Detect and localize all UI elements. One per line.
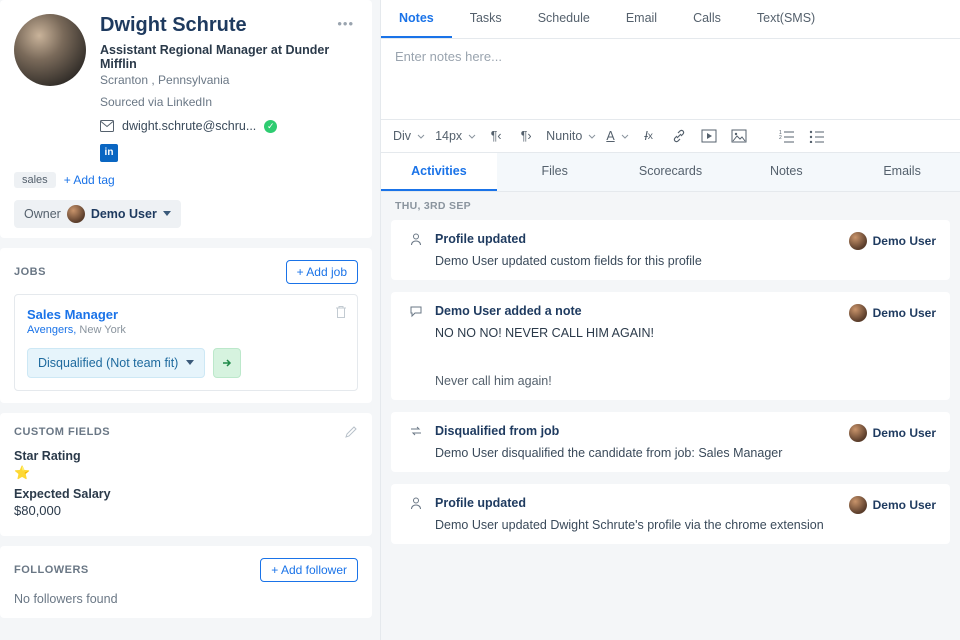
image-icon[interactable] <box>729 126 749 146</box>
tab-tasks[interactable]: Tasks <box>452 0 520 38</box>
activity-note-added: Demo User added a note Demo User NO NO N… <box>391 292 950 400</box>
job-status-dropdown[interactable]: Disqualified (Not team fit) <box>27 348 205 378</box>
profile-card: Dwight Schrute Assistant Regional Manage… <box>0 0 372 238</box>
chevron-down-icon <box>186 360 194 365</box>
linkedin-icon[interactable]: in <box>100 144 118 162</box>
cf-star-label: Star Rating <box>14 449 358 463</box>
owner-avatar <box>67 205 85 223</box>
activity-user[interactable]: Demo User <box>849 232 936 250</box>
add-follower-button[interactable]: + Add follower <box>260 558 358 582</box>
activity-user[interactable]: Demo User <box>849 304 936 322</box>
activity-title: Profile updated <box>435 496 526 510</box>
activity-body: Demo User updated custom fields for this… <box>435 254 934 268</box>
activity-profile-updated: Profile updated Demo User Demo User upda… <box>391 220 950 280</box>
tab-email[interactable]: Email <box>608 0 675 38</box>
activity-profile-updated: Profile updated Demo User Demo User upda… <box>391 484 950 544</box>
owner-name: Demo User <box>91 207 157 221</box>
activity-body: Demo User updated Dwight Schrute's profi… <box>435 518 934 532</box>
tab-textsms[interactable]: Text(SMS) <box>739 0 833 38</box>
video-icon[interactable] <box>699 126 719 146</box>
email-value[interactable]: dwight.schrute@schru... <box>122 119 256 133</box>
user-avatar <box>849 304 867 322</box>
email-row: dwight.schrute@schru... ✓ <box>100 119 358 133</box>
job-status-label: Disqualified (Not team fit) <box>38 356 178 370</box>
chevron-down-icon <box>163 211 171 216</box>
user-avatar <box>849 232 867 250</box>
activity-body: NO NO NO! NEVER CALL HIM AGAIN! Never ca… <box>435 326 934 388</box>
profile-icon <box>407 496 425 510</box>
notes-editor[interactable]: Enter notes here... <box>381 39 960 119</box>
custom-fields-title: CUSTOM FIELDS <box>14 426 110 438</box>
ordered-list-icon[interactable]: 12 <box>777 126 797 146</box>
paragraph-rtl-icon[interactable]: ¶› <box>516 126 536 146</box>
job-card: Sales Manager Avengers, New York Disqual… <box>14 294 358 391</box>
edit-icon[interactable] <box>344 425 358 439</box>
paragraph-ltr-icon[interactable]: ¶‹ <box>486 126 506 146</box>
feed-date-separator: THU, 3RD SEP <box>381 192 960 220</box>
link-icon[interactable] <box>669 126 689 146</box>
editor-toolbar: Div 14px ¶‹ ¶› Nunito A Ix <box>381 119 960 153</box>
add-tag-button[interactable]: + Add tag <box>64 173 115 187</box>
tab-scorecards[interactable]: Scorecards <box>613 153 729 191</box>
tag-chip[interactable]: sales <box>14 172 56 188</box>
activity-user[interactable]: Demo User <box>849 496 936 514</box>
tab-files[interactable]: Files <box>497 153 613 191</box>
transfer-icon <box>407 424 425 438</box>
verified-icon: ✓ <box>264 120 277 133</box>
tab-notes-sec[interactable]: Notes <box>728 153 844 191</box>
activity-body: Demo User disqualified the candidate fro… <box>435 446 934 460</box>
profile-title: Assistant Regional Manager at Dunder Mif… <box>100 43 358 71</box>
svg-text:2: 2 <box>779 135 782 141</box>
unordered-list-icon[interactable] <box>807 126 827 146</box>
advance-stage-button[interactable] <box>213 348 241 378</box>
block-format-select[interactable]: Div <box>393 129 425 143</box>
activity-title: Demo User added a note <box>435 304 582 318</box>
profile-name: Dwight Schrute <box>100 14 358 37</box>
activity-title: Profile updated <box>435 232 526 246</box>
job-company[interactable]: Avengers, <box>27 324 76 336</box>
editor-placeholder: Enter notes here... <box>395 49 502 64</box>
envelope-icon <box>100 120 114 132</box>
text-color-select[interactable]: A <box>606 129 628 143</box>
tab-schedule[interactable]: Schedule <box>520 0 608 38</box>
followers-section: FOLLOWERS + Add follower No followers fo… <box>0 546 372 618</box>
user-avatar <box>849 496 867 514</box>
jobs-section-title: JOBS <box>14 266 46 278</box>
cf-salary-value: $80,000 <box>14 503 358 518</box>
cf-salary-label: Expected Salary <box>14 487 358 501</box>
activity-user[interactable]: Demo User <box>849 424 936 442</box>
chat-icon <box>407 304 425 318</box>
tab-notes[interactable]: Notes <box>381 0 452 38</box>
profile-icon <box>407 232 425 246</box>
user-avatar <box>849 424 867 442</box>
font-family-select[interactable]: Nunito <box>546 129 596 143</box>
profile-location: Scranton , Pennsylvania <box>100 73 358 87</box>
add-job-button[interactable]: + Add job <box>286 260 358 284</box>
tab-activities[interactable]: Activities <box>381 153 497 191</box>
more-horizontal-icon[interactable]: ••• <box>337 16 354 31</box>
profile-source: Sourced via LinkedIn <box>100 95 358 109</box>
followers-title: FOLLOWERS <box>14 564 89 576</box>
trash-icon[interactable] <box>335 305 347 319</box>
font-size-select[interactable]: 14px <box>435 129 476 143</box>
secondary-tabs: Activities Files Scorecards Notes Emails <box>381 153 960 192</box>
cf-star-value: ⭐ <box>14 465 358 481</box>
custom-fields-section: CUSTOM FIELDS Star Rating ⭐ Expected Sal… <box>0 413 372 536</box>
activity-feed: THU, 3RD SEP Profile updated Demo User D… <box>381 192 960 640</box>
job-location: New York <box>79 324 125 336</box>
owner-label: Owner <box>24 207 61 221</box>
owner-selector[interactable]: Owner Demo User <box>14 200 181 228</box>
activity-title: Disqualified from job <box>435 424 559 438</box>
jobs-section: JOBS + Add job Sales Manager Avengers, N… <box>0 248 372 403</box>
activity-disqualified: Disqualified from job Demo User Demo Use… <box>391 412 950 472</box>
job-title-link[interactable]: Sales Manager <box>27 307 345 322</box>
followers-empty: No followers found <box>14 592 358 606</box>
profile-avatar[interactable] <box>14 14 86 86</box>
clear-format-icon[interactable]: Ix <box>639 126 659 146</box>
communication-tabs: Notes Tasks Schedule Email Calls Text(SM… <box>381 0 960 39</box>
tab-calls[interactable]: Calls <box>675 0 739 38</box>
tab-emails[interactable]: Emails <box>844 153 960 191</box>
